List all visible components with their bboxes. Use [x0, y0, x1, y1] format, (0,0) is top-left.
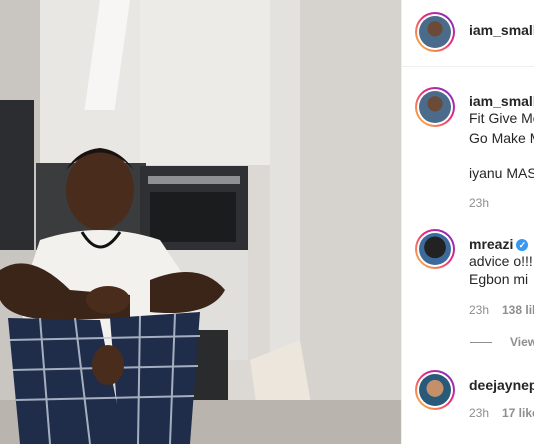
- comment-like-count[interactable]: 138 lik: [502, 303, 534, 317]
- comments-panel: iam_smallo iam_small Fit Give Me Go Make…: [401, 0, 534, 444]
- post-header: iam_smallo: [402, 0, 534, 67]
- comment-text-line-2: Egbon mi: [469, 271, 529, 287]
- comment-avatar[interactable]: [415, 229, 455, 269]
- caption-line-3: iyanu MAS: [469, 165, 534, 181]
- comment-like-count[interactable]: 17 like: [502, 406, 534, 420]
- comment-username-text[interactable]: mreazi: [469, 236, 513, 252]
- view-replies-divider: [470, 342, 492, 343]
- caption-avatar[interactable]: [415, 87, 455, 127]
- caption-line-2: Go Make M: [469, 130, 534, 146]
- comment-text-line-1: advice o!!!: [469, 253, 533, 269]
- caption-line-1: Fit Give Me: [469, 110, 534, 126]
- comment-avatar[interactable]: [415, 370, 455, 410]
- post-photo[interactable]: [0, 0, 401, 444]
- author-avatar[interactable]: [415, 12, 455, 52]
- caption-username[interactable]: iam_small: [469, 93, 534, 109]
- photo-illustration: [0, 0, 401, 444]
- author-username[interactable]: iam_smallo: [469, 22, 534, 38]
- view-replies-link[interactable]: View: [510, 335, 534, 349]
- comment-timestamp[interactable]: 23h: [469, 406, 489, 420]
- comment-username[interactable]: deejaynep: [469, 377, 534, 393]
- comment-timestamp[interactable]: 23h: [469, 303, 489, 317]
- verified-badge-icon: ✓: [516, 239, 529, 251]
- comment-username[interactable]: mreazi ✓: [469, 236, 529, 252]
- caption-timestamp[interactable]: 23h: [469, 196, 489, 210]
